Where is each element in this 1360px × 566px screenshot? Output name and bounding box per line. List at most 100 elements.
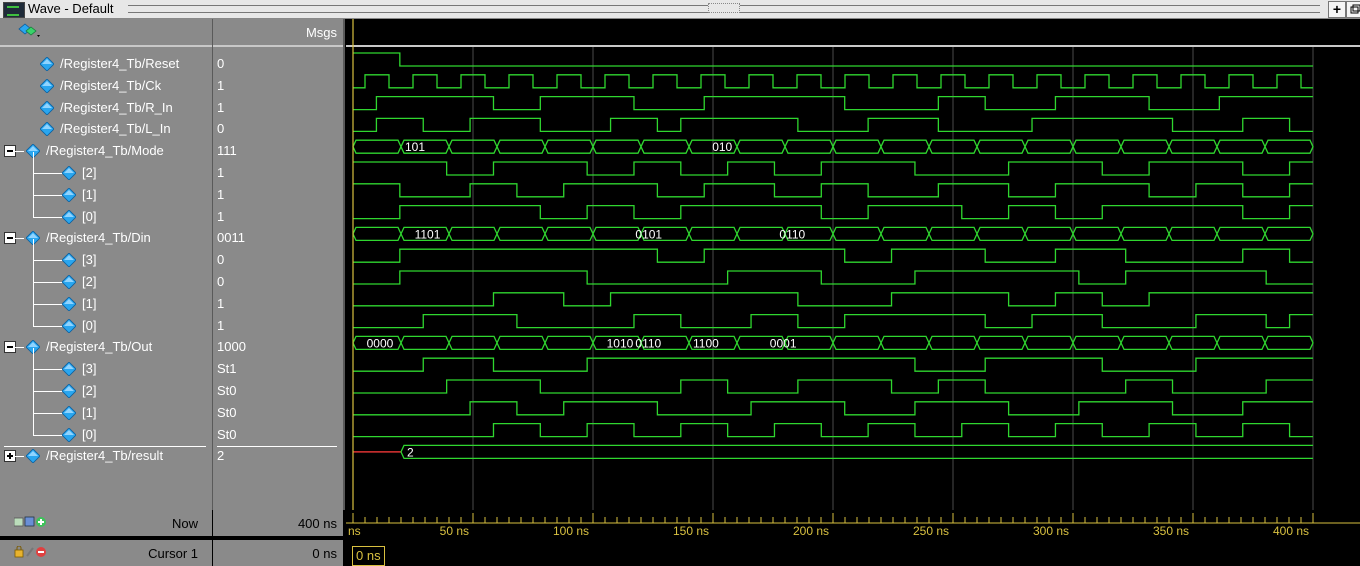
cursor-value: 0 ns	[312, 546, 337, 561]
signal-dropdown-icon[interactable]	[18, 23, 40, 41]
signal-name: [3]	[82, 361, 97, 377]
window-restore-icon	[1350, 4, 1360, 14]
now-row: Now	[0, 510, 212, 536]
ruler-tick-label: 50 ns	[440, 524, 469, 538]
signal-diamond-icon	[62, 187, 76, 202]
signal-value-row[interactable]: 1	[213, 97, 343, 119]
ruler-tick-label: ns	[348, 524, 361, 538]
signal-row[interactable]: [3]	[0, 239, 212, 271]
signal-diamond-icon	[40, 100, 54, 115]
signal-row[interactable]: [1]	[0, 173, 212, 206]
tree-connector	[33, 348, 34, 370]
signal-value-row[interactable]: 0	[213, 249, 343, 271]
signal-value-row[interactable]: 0	[213, 271, 343, 293]
waveform-pane[interactable]: 101 010 1101 0101 0110 0000 0110 1100 1010 0001 2	[346, 19, 1360, 510]
ruler-tick-label: 400 ns	[1273, 524, 1309, 538]
cursor-tools-icon[interactable]	[13, 516, 48, 528]
signal-value-row[interactable]: 2	[213, 445, 343, 467]
signal-value-row[interactable]: 1	[213, 75, 343, 97]
signal-row[interactable]: [1]	[0, 391, 212, 424]
msgs-label: Msgs	[305, 25, 337, 40]
signal-value-row[interactable]: 1	[213, 293, 343, 315]
waveform-canvas[interactable]: 101 010 1101 0101 0110 0000 0110 1100 1010 0001 2	[346, 19, 1360, 510]
signal-row[interactable]: /Register4_Tb/L_In	[0, 118, 212, 140]
tree-connector	[33, 412, 63, 414]
signal-value-row[interactable]: 1	[213, 206, 343, 228]
signal-value-row[interactable]: 1	[213, 184, 343, 206]
values-header: Msgs	[213, 19, 343, 47]
signal-value-row[interactable]: 1	[213, 315, 343, 337]
result-underline	[4, 445, 206, 447]
signal-value: 111	[217, 143, 237, 159]
signal-row[interactable]: [2]	[0, 261, 212, 293]
signal-row[interactable]: [0]	[0, 413, 212, 446]
signal-diamond-icon	[26, 449, 40, 464]
signal-value: St1	[217, 361, 237, 377]
signal-row[interactable]: /Register4_Tb/result	[0, 445, 212, 467]
signal-value: 1	[217, 317, 225, 333]
signal-row[interactable]: [2]	[0, 152, 212, 184]
signal-row[interactable]: /Register4_Tb/Mode	[0, 140, 212, 162]
signal-value-row[interactable]: 1	[213, 162, 343, 184]
signal-row[interactable]: /Register4_Tb/Ck	[0, 75, 212, 97]
signal-value-row[interactable]: St0	[213, 424, 343, 446]
bus-value-label: 0110	[779, 227, 805, 241]
signal-name: [1]	[82, 186, 97, 202]
time-ruler-canvas[interactable]: ns 50 ns 100 ns 150 ns 200 ns 250 ns 300 ns 350…	[346, 510, 1360, 538]
cursor-row: Cursor 1	[0, 540, 212, 566]
signal-row[interactable]: /Register4_Tb/Reset	[0, 53, 212, 75]
signal-row[interactable]: /Register4_Tb/R_In	[0, 97, 212, 119]
titlebar-grip[interactable]	[128, 5, 1320, 13]
tree-connector	[33, 152, 34, 173]
signal-name: /Register4_Tb/L_In	[60, 121, 171, 137]
tree-connector	[33, 194, 63, 196]
tree-connector	[15, 151, 24, 153]
signal-row[interactable]: [1]	[0, 282, 212, 315]
now-value-cell: 400 ns	[213, 510, 343, 536]
signal-value-row[interactable]: St1	[213, 358, 343, 380]
time-ruler[interactable]: ns 50 ns 100 ns 150 ns 200 ns 250 ns 300 ns 350…	[346, 510, 1360, 538]
now-value: 400 ns	[297, 516, 337, 531]
signal-diamond-icon	[62, 253, 76, 268]
ruler-tick-label: 350 ns	[1153, 524, 1189, 538]
signal-name: /Register4_Tb/result	[46, 448, 164, 464]
signal-diamond-icon	[40, 78, 54, 93]
signal-row[interactable]: [2]	[0, 370, 212, 402]
bus-value-label: 010	[712, 140, 732, 154]
signal-row[interactable]: /Register4_Tb/Din	[0, 227, 212, 249]
signal-row[interactable]: [0]	[0, 304, 212, 337]
signal-diamond-icon	[62, 275, 76, 289]
ruler-tick-label: 100 ns	[553, 524, 589, 538]
signal-value-row[interactable]: 1000	[213, 336, 343, 358]
signal-value-row[interactable]: 0	[213, 53, 343, 75]
add-window-button[interactable]: +	[1328, 1, 1346, 18]
cursor-time-box[interactable]: 0 ns	[352, 546, 385, 566]
tree-connector	[33, 282, 34, 304]
now-icons[interactable]	[13, 516, 48, 531]
signal-diamond-icon	[62, 384, 76, 398]
signal-value: St0	[217, 383, 237, 398]
signal-value-row[interactable]: 111	[213, 140, 343, 162]
cursor-icons[interactable]	[14, 545, 48, 561]
signal-value-row[interactable]: 0011	[213, 227, 343, 249]
tree-connector	[33, 391, 63, 392]
result-waveform[interactable]	[400, 444, 1313, 460]
tree-connector	[33, 303, 63, 305]
window-titlebar: Wave - Default +	[0, 0, 1360, 19]
wave-footer: Now 400 ns Cursor 1 0 ns ns 50 ns 100 ns 15…	[0, 510, 1360, 566]
signal-diamond-icon	[62, 296, 76, 311]
signal-row[interactable]: /Register4_Tb/Out	[0, 336, 212, 358]
signal-row[interactable]: [0]	[0, 195, 212, 228]
tree-connector	[33, 413, 34, 435]
signal-value-row[interactable]: 0	[213, 118, 343, 140]
bus-value-label: 1010	[607, 336, 634, 350]
cursor-lock-icon[interactable]	[14, 545, 48, 558]
signal-diamond-icon	[62, 209, 76, 224]
signal-value-row[interactable]: St0	[213, 380, 343, 402]
names-header	[0, 19, 212, 47]
signal-row[interactable]: [3]	[0, 348, 212, 380]
signal-value-row[interactable]: St0	[213, 402, 343, 424]
tree-connector	[33, 370, 34, 391]
tree-connector	[33, 325, 63, 327]
window-menu-button[interactable]	[1346, 1, 1360, 18]
